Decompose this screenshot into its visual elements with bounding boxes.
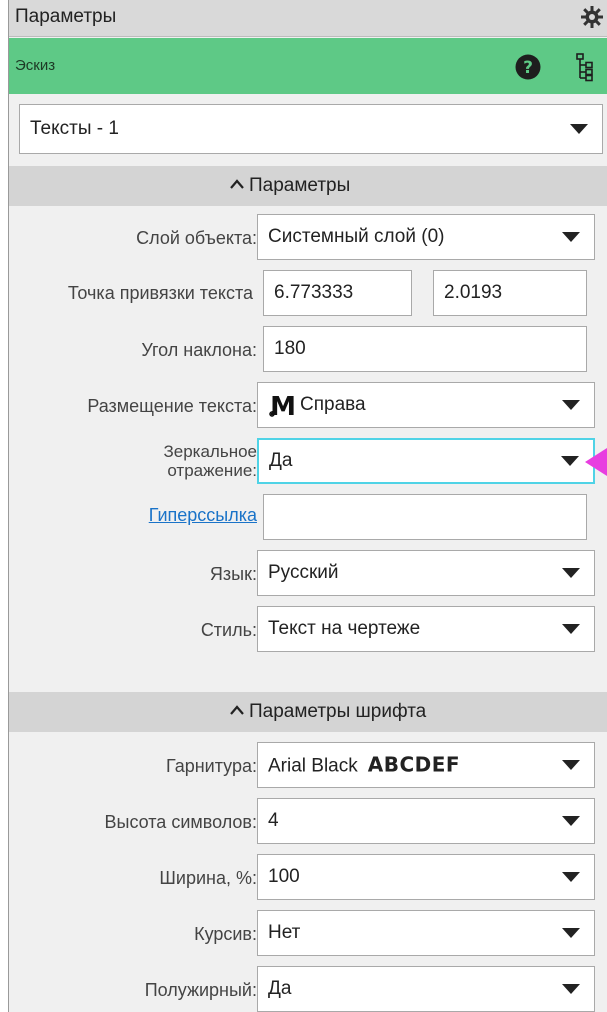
hyperlink-link[interactable]: Гиперссылка bbox=[149, 505, 257, 526]
font-value: Arial Black bbox=[268, 755, 358, 777]
anchor-y-input[interactable]: 2.0193 bbox=[433, 270, 587, 316]
angle-label: Угол наклона: bbox=[141, 340, 257, 360]
mirror-label-line2: отражение: bbox=[167, 461, 257, 480]
layer-value: Системный слой (0) bbox=[268, 226, 445, 247]
placement-label: Размещение текста: bbox=[87, 396, 257, 416]
italic-select[interactable]: Нет bbox=[257, 910, 595, 956]
chevron-down-icon bbox=[562, 568, 580, 578]
section-parameters-header[interactable]: Параметры bbox=[9, 166, 607, 206]
layer-label: Слой объекта: bbox=[136, 228, 257, 248]
italic-value: Нет bbox=[268, 922, 301, 943]
language-label: Язык: bbox=[209, 564, 257, 584]
style-value: Текст на чертеже bbox=[268, 618, 421, 639]
placement-content: M Справа bbox=[268, 391, 366, 419]
hyperlink-input[interactable] bbox=[263, 494, 587, 540]
context-bar: Эскиз ? bbox=[9, 38, 607, 94]
font-label: Гарнитура: bbox=[165, 756, 257, 776]
text-placement-icon: M bbox=[269, 392, 296, 419]
style-select[interactable]: Текст на чертеже bbox=[257, 606, 595, 652]
section-parameters-title: Параметры bbox=[249, 175, 351, 196]
anchor-label: Точка привязки текста bbox=[67, 283, 253, 303]
tree-icon[interactable] bbox=[575, 52, 595, 82]
context-label: Эскиз bbox=[15, 57, 56, 74]
angle-value: 180 bbox=[274, 338, 306, 359]
language-value: Русский bbox=[268, 562, 339, 583]
height-value: 4 bbox=[268, 810, 279, 831]
height-label: Высота символов: bbox=[104, 812, 258, 832]
anchor-x-input[interactable]: 6.773333 bbox=[263, 270, 412, 316]
width-label: Ширина, %: bbox=[159, 868, 257, 888]
height-select[interactable]: 4 bbox=[257, 798, 595, 844]
mirror-label: Зеркальное отражение: bbox=[163, 442, 257, 480]
chevron-down-icon bbox=[562, 816, 580, 826]
object-selector[interactable]: Тексты - 1 bbox=[19, 104, 603, 154]
parameters-panel: Параметры Эскиз ? Тексты - 1 Параметры С… bbox=[8, 0, 607, 1012]
pointer-marker bbox=[585, 448, 607, 476]
style-label: Стиль: bbox=[200, 620, 257, 640]
chevron-down-icon bbox=[562, 624, 580, 634]
placement-select[interactable]: M Справа bbox=[257, 382, 595, 428]
anchor-y-value: 2.0193 bbox=[444, 282, 503, 303]
bold-value: Да bbox=[268, 978, 292, 999]
chevron-down-icon bbox=[570, 124, 588, 134]
font-content: Arial Black ABCDEF bbox=[268, 753, 460, 778]
section-font-title: Параметры шрифта bbox=[249, 701, 427, 722]
help-icon[interactable]: ? bbox=[515, 54, 541, 80]
mirror-value: Да bbox=[269, 450, 293, 471]
chevron-down-icon bbox=[561, 456, 579, 466]
chevron-down-icon bbox=[562, 400, 580, 410]
svg-text:?: ? bbox=[523, 58, 533, 78]
panel-title: Параметры bbox=[15, 6, 117, 27]
caret-up-icon bbox=[230, 179, 244, 189]
bold-select[interactable]: Да bbox=[257, 966, 595, 1012]
font-select[interactable]: Arial Black ABCDEF bbox=[257, 742, 595, 788]
caret-up-icon bbox=[230, 705, 244, 715]
placement-value: Справа bbox=[300, 394, 366, 415]
object-selector-value: Тексты - 1 bbox=[30, 118, 119, 139]
anchor-x-value: 6.773333 bbox=[274, 282, 354, 303]
width-value: 100 bbox=[268, 866, 300, 887]
mirror-select[interactable]: Да bbox=[257, 438, 595, 484]
bold-label: Полужирный: bbox=[144, 980, 257, 1000]
chevron-down-icon bbox=[562, 232, 580, 242]
chevron-down-icon bbox=[562, 872, 580, 882]
width-select[interactable]: 100 bbox=[257, 854, 595, 900]
svg-text:M: M bbox=[270, 392, 296, 419]
panel-titlebar: Параметры bbox=[9, 0, 607, 37]
language-select[interactable]: Русский bbox=[257, 550, 595, 596]
chevron-down-icon bbox=[562, 984, 580, 994]
italic-label: Курсив: bbox=[194, 924, 257, 944]
chevron-down-icon bbox=[562, 760, 580, 770]
angle-input[interactable]: 180 bbox=[263, 326, 587, 372]
gear-icon[interactable] bbox=[580, 5, 604, 29]
chevron-down-icon bbox=[562, 928, 580, 938]
section-font-header[interactable]: Параметры шрифта bbox=[9, 692, 607, 732]
mirror-label-line1: Зеркальное bbox=[163, 442, 257, 461]
layer-select[interactable]: Системный слой (0) bbox=[257, 214, 595, 260]
font-preview: ABCDEF bbox=[367, 752, 461, 777]
